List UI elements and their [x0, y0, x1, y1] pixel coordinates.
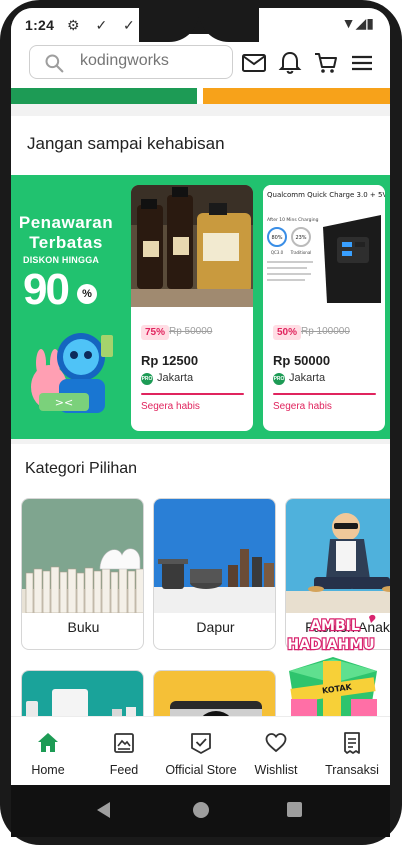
- nav-label-official-store: Official Store: [165, 763, 237, 777]
- charger-ad-title: Qualcomm Quick Charge 3.0 + 5V/3.1A Powe…: [267, 191, 385, 199]
- wishlist-icon: [265, 733, 287, 753]
- category-image-books: [22, 499, 143, 613]
- notch-right-curve: [199, 8, 259, 42]
- product-location: Jakarta: [289, 372, 326, 384]
- flash-sale-title: Jangan sampai kehabisan: [27, 134, 225, 153]
- category-label: Dapur: [196, 619, 235, 635]
- product-location: Jakarta: [157, 372, 194, 384]
- nav-item-wishlist[interactable]: Wishlist: [243, 717, 309, 785]
- promo-title: Penawaran Terbatas: [18, 213, 114, 252]
- original-price: Rp 50000: [169, 326, 213, 337]
- charger-stat-traditional: 23%: [295, 235, 306, 241]
- stock-status: Segera habis: [141, 401, 200, 412]
- floating-gift-promo[interactable]: KOTAK AMBIL HADIAHMU: [283, 613, 383, 725]
- category-label: Buku: [67, 619, 100, 635]
- category-card-buku[interactable]: Buku: [21, 498, 144, 650]
- nav-label-wishlist: Wishlist: [254, 763, 298, 777]
- charger-label-qc: QC3.0: [271, 250, 284, 255]
- signal-battery-icons: ▼◢▮: [341, 15, 374, 31]
- promo-text-line1: AMBIL: [310, 618, 360, 634]
- app-screen: 1:24 ⚙ ✓ ✓ ▼◢▮ kodingworks Jangan sampai…: [11, 8, 390, 785]
- svg-text:><: ><: [55, 396, 73, 409]
- status-time: 1:24: [25, 17, 55, 33]
- promo-percent-sign: %: [77, 284, 97, 304]
- nav-label-feed: Feed: [109, 763, 139, 777]
- nav-label-home: Home: [31, 763, 65, 777]
- original-price: Rp 100000: [301, 326, 350, 337]
- cart-icon[interactable]: [313, 50, 339, 76]
- promo-text-line2: HADIAHMU: [287, 637, 374, 653]
- charger-ad-caption: After 10 Mins Charging: [267, 217, 319, 223]
- menu-icon[interactable]: [349, 50, 375, 76]
- product-card[interactable]: Qualcomm Quick Charge 3.0 + 5V/3.1A Powe…: [263, 185, 385, 431]
- banner-green[interactable]: [11, 88, 197, 104]
- status-notification-icons: ⚙ ✓ ✓: [67, 17, 141, 33]
- stock-status: Segera habis: [273, 401, 332, 412]
- product-image-car-charger: Qualcomm Quick Charge 3.0 + 5V/3.1A Powe…: [263, 185, 385, 307]
- promo-subtitle: DISKON HINGGA: [23, 255, 100, 265]
- product-card[interactable]: 75% Rp 50000 Rp 12500 PRO Jakarta Segera…: [131, 185, 253, 431]
- nav-item-official-store[interactable]: Official Store: [161, 717, 241, 785]
- nav-item-feed[interactable]: Feed: [83, 717, 165, 785]
- product-price: Rp 12500: [141, 353, 199, 368]
- stock-progress-bar: [273, 393, 376, 395]
- discount-badge: 50%: [273, 325, 302, 340]
- promo-percent: 90: [23, 265, 70, 314]
- mail-icon[interactable]: [241, 50, 267, 76]
- search-bar[interactable]: [29, 45, 233, 79]
- nav-label-transaksi: Transaksi: [325, 763, 379, 777]
- nav-item-home[interactable]: Home: [15, 717, 81, 785]
- banner-orange[interactable]: [203, 88, 390, 104]
- flash-sale-section: Jangan sampai kehabisan Penawaran Terbat…: [11, 116, 390, 439]
- back-icon[interactable]: [97, 802, 110, 818]
- stock-progress-bar: [141, 393, 244, 395]
- product-price: Rp 50000: [273, 353, 331, 368]
- recent-apps-icon[interactable]: [287, 802, 302, 817]
- home-circle-icon[interactable]: [193, 802, 209, 818]
- transaction-icon: [344, 732, 360, 754]
- category-section-title: Kategori Pilihan: [25, 460, 138, 477]
- nav-item-transaksi[interactable]: Transaksi: [317, 717, 387, 785]
- charger-stat-qc: 80%: [271, 235, 282, 241]
- notch-left-curve: [139, 8, 199, 42]
- pro-seller-icon: PRO: [141, 373, 153, 385]
- search-icon: [45, 54, 64, 73]
- banner-carousel-strip[interactable]: [11, 88, 390, 104]
- charger-label-traditional: Traditional: [290, 250, 312, 255]
- product-image-coffee-bottles: [131, 185, 253, 307]
- category-image-kid-fashion: [286, 499, 390, 613]
- home-icon: [38, 733, 58, 752]
- search-input[interactable]: [80, 52, 225, 70]
- official-store-icon: [191, 733, 211, 754]
- top-app-bar: [11, 42, 390, 88]
- system-navigation-bar: [11, 785, 390, 837]
- mascot-illustration: ><: [31, 333, 113, 413]
- discount-badge: 75%: [141, 325, 170, 340]
- bottom-navigation: Home Feed Official Store Wishlist Transa…: [11, 716, 390, 785]
- status-bar: 1:24 ⚙ ✓ ✓ ▼◢▮: [11, 8, 390, 42]
- flash-sale-panel: Penawaran Terbatas DISKON HINGGA 90 % ><: [11, 175, 390, 439]
- pro-seller-icon: PRO: [273, 373, 285, 385]
- feed-icon: [114, 733, 134, 753]
- bell-icon[interactable]: [277, 50, 303, 76]
- category-image-kitchen: [154, 499, 275, 613]
- category-card-dapur[interactable]: Dapur: [153, 498, 276, 650]
